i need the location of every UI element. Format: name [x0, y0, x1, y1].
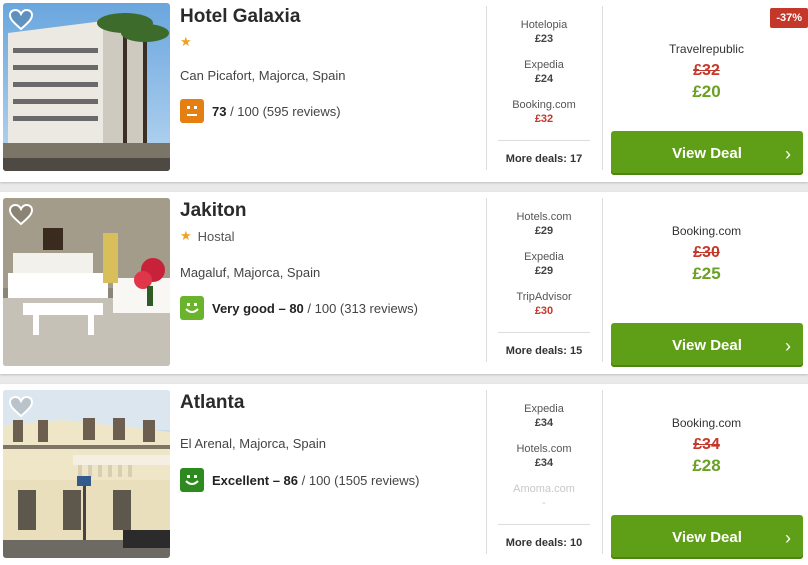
divider	[602, 198, 603, 362]
view-deal-button[interactable]: View Deal ›	[611, 131, 803, 175]
best-deal: Booking.com £30 £25	[610, 224, 803, 284]
more-deals-link[interactable]: More deals: 15	[498, 332, 590, 357]
chevron-right-icon: ›	[785, 528, 791, 548]
star-icon: ★	[180, 34, 192, 49]
old-price: £34	[693, 436, 720, 453]
divider	[602, 6, 603, 170]
rating-score: 73	[212, 103, 227, 119]
rating-reviews: / 100 (1505 reviews)	[298, 472, 420, 488]
deal-item[interactable]: Hotels.com £29	[487, 208, 601, 248]
hotel-location[interactable]: El Arenal, Majorca, Spain	[180, 436, 326, 451]
star-icon: ★	[180, 228, 192, 243]
chevron-right-icon: ›	[785, 144, 791, 164]
old-price: £32	[693, 62, 720, 79]
best-provider: Booking.com	[671, 224, 742, 238]
new-price: £28	[692, 456, 721, 475]
view-deal-button[interactable]: View Deal ›	[611, 515, 803, 559]
deal-item[interactable]: Expedia £34	[487, 400, 601, 440]
property-type: Hostal	[197, 228, 235, 244]
chevron-right-icon: ›	[785, 336, 791, 356]
hotel-photo[interactable]	[3, 3, 170, 171]
review-rating[interactable]: 73 / 100 (595 reviews)	[180, 99, 341, 123]
hotel-card: Jakiton ★ Hostal Magaluf, Majorca, Spain…	[0, 192, 808, 374]
hotel-name[interactable]: Jakiton	[180, 200, 247, 222]
deal-item[interactable]: Expedia £29	[487, 248, 601, 288]
hotel-location[interactable]: Can Picafort, Majorca, Spain	[180, 68, 345, 83]
review-rating[interactable]: Very good – 80 / 100 (313 reviews)	[180, 296, 418, 320]
hotel-card: Atlanta El Arenal, Majorca, Spain Excell…	[0, 384, 808, 565]
hotel-photo[interactable]	[3, 390, 170, 558]
deal-item[interactable]: TripAdvisor £30	[487, 288, 601, 328]
best-provider: Booking.com	[671, 416, 742, 430]
smiley-face-icon	[180, 296, 204, 320]
heart-icon[interactable]	[9, 204, 33, 226]
deal-item[interactable]: Hotels.com £34	[487, 440, 601, 480]
new-price: £20	[692, 82, 721, 101]
deal-item: Amoma.com -	[513, 483, 575, 509]
review-rating[interactable]: Excellent – 86 / 100 (1505 reviews)	[180, 468, 419, 492]
hotel-card: Hotel Galaxia ★ Can Picafort, Majorca, S…	[0, 0, 808, 182]
deal-item[interactable]: Expedia £24	[487, 56, 601, 96]
deal-item[interactable]: Hotelopia £23	[487, 16, 601, 56]
discount-badge: -37%	[770, 8, 808, 28]
best-deal: Booking.com £34 £28	[610, 416, 803, 476]
hotel-photo[interactable]	[3, 198, 170, 366]
new-price: £25	[692, 264, 721, 283]
view-deal-button[interactable]: View Deal ›	[611, 323, 803, 367]
deal-item[interactable]: Booking.com £32	[487, 96, 601, 136]
rating-reviews: / 100 (595 reviews)	[226, 103, 341, 119]
rating-score: 80	[289, 300, 304, 316]
old-price: £30	[693, 244, 720, 261]
rating-label: Excellent –	[212, 472, 284, 488]
hotel-location[interactable]: Magaluf, Majorca, Spain	[180, 265, 320, 280]
smiley-face-icon	[180, 468, 204, 492]
deals-list: Expedia £34 Hotels.com £34 Amoma.com -	[487, 400, 601, 520]
rating-reviews: / 100 (313 reviews)	[303, 300, 418, 316]
star-rating: ★	[180, 34, 192, 50]
divider	[602, 390, 603, 554]
best-deal: Travelrepublic £32 £20	[610, 42, 803, 102]
heart-icon[interactable]	[9, 396, 33, 418]
hotel-name[interactable]: Hotel Galaxia	[180, 6, 300, 28]
star-rating: ★ Hostal	[180, 228, 235, 244]
neutral-face-icon	[180, 99, 204, 123]
hotel-name[interactable]: Atlanta	[180, 392, 244, 414]
heart-icon[interactable]	[9, 9, 33, 31]
best-provider: Travelrepublic	[669, 42, 744, 56]
deals-list: Hotels.com £29 Expedia £29 TripAdvisor £…	[487, 208, 601, 328]
more-deals-link[interactable]: More deals: 10	[498, 524, 590, 549]
more-deals-link[interactable]: More deals: 17	[498, 140, 590, 165]
rating-label: Very good –	[212, 300, 290, 316]
rating-score: 86	[283, 472, 299, 488]
deals-list: Hotelopia £23 Expedia £24 Booking.com £3…	[487, 16, 601, 136]
